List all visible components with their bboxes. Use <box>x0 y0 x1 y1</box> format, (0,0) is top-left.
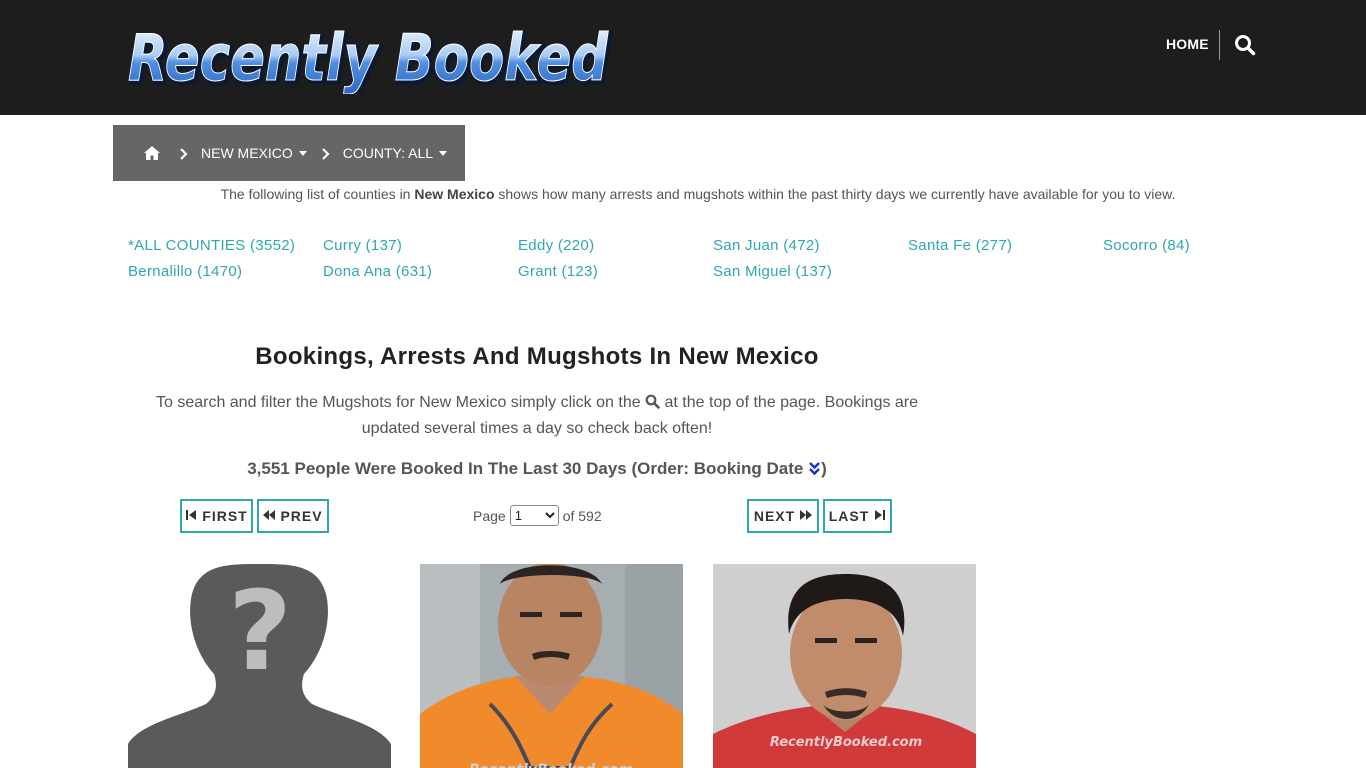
logo-wordmark: Recently Booked Recently Booked <box>128 22 614 95</box>
county-link-santa-fe[interactable]: Santa Fe (277) <box>908 237 1012 254</box>
county-link-eddy[interactable]: Eddy (220) <box>518 237 594 254</box>
forward-icon <box>800 508 813 524</box>
page-title: Bookings, Arrests And Mugshots In New Me… <box>255 343 819 370</box>
booking-count-text: 3,551 People Were Booked In The Last 30 … <box>247 459 804 478</box>
next-page-button[interactable]: NEXT <box>747 499 819 533</box>
chevron-right-icon <box>321 147 331 160</box>
breadcrumb-county-label: COUNTY: ALL <box>342 145 434 161</box>
intro-before: The following list of counties in <box>220 186 415 202</box>
help-before: To search and filter the Mugshots for Ne… <box>155 394 641 411</box>
svg-text:?: ? <box>228 567 292 695</box>
last-page-button[interactable]: LAST <box>823 499 892 533</box>
mugshot-image: RecentlyBooked.com <box>713 564 976 768</box>
mugshot-photo[interactable]: RecentlyBooked.com <box>713 564 976 768</box>
step-forward-icon <box>874 508 886 524</box>
last-label: LAST <box>828 508 870 524</box>
search-icon[interactable] <box>1234 34 1256 56</box>
prev-page-button[interactable]: PREV <box>257 499 329 533</box>
site-logo[interactable]: Recently Booked Recently Booked <box>126 18 616 95</box>
home-icon[interactable] <box>143 145 161 161</box>
page-selector: Page 1 of 592 <box>473 505 602 526</box>
unknown-person-icon: ? <box>128 564 391 768</box>
nav-divider <box>1219 30 1220 60</box>
site-header: Recently Booked Recently Booked HOME <box>0 0 1366 115</box>
county-link-all[interactable]: *ALL COUNTIES (3552) <box>128 237 295 254</box>
page-of-label: of 592 <box>562 507 602 524</box>
nav-home-link[interactable]: HOME <box>1166 36 1209 52</box>
backward-icon <box>263 508 276 524</box>
county-link-socorro[interactable]: Socorro (84) <box>1103 237 1190 254</box>
next-label: NEXT <box>753 508 796 524</box>
search-help-text: To search and filter the Mugshots for Ne… <box>128 390 946 442</box>
page-label: Page <box>473 507 506 524</box>
caret-down-icon <box>439 150 448 156</box>
county-link-grant[interactable]: Grant (123) <box>518 263 598 280</box>
step-backward-icon <box>185 508 197 524</box>
breadcrumb: NEW MEXICO COUNTY: ALL <box>113 125 465 181</box>
county-link-san-juan[interactable]: San Juan (472) <box>713 237 820 254</box>
booking-count-close: ) <box>821 459 827 478</box>
county-intro-text: The following list of counties in New Me… <box>113 186 1283 202</box>
intro-state: New Mexico <box>414 186 495 202</box>
mugshot-watermark: RecentlyBooked.com <box>469 762 633 768</box>
booking-count-heading: 3,551 People Were Booked In The Last 30 … <box>128 459 946 479</box>
mugshot-image: RecentlyBooked.com <box>420 564 683 768</box>
mugshot-placeholder[interactable]: ? <box>128 564 391 768</box>
county-link-bernalillo[interactable]: Bernalillo (1470) <box>128 263 242 280</box>
breadcrumb-state-label: NEW MEXICO <box>201 145 293 161</box>
breadcrumb-county-dropdown[interactable]: COUNTY: ALL <box>342 145 448 161</box>
first-label: FIRST <box>202 508 248 524</box>
prev-label: PREV <box>280 508 323 524</box>
logo-text: Recently Booked <box>128 22 609 94</box>
double-chevron-down-icon[interactable] <box>808 461 821 476</box>
county-link-curry[interactable]: Curry (137) <box>323 237 402 254</box>
county-link-san-miguel[interactable]: San Miguel (137) <box>713 263 832 280</box>
mugshot-watermark: RecentlyBooked.com <box>770 735 922 750</box>
caret-down-icon <box>298 150 307 156</box>
county-link-dona-ana[interactable]: Dona Ana (631) <box>323 263 432 280</box>
breadcrumb-state-dropdown[interactable]: NEW MEXICO <box>201 145 307 161</box>
chevron-right-icon <box>179 147 189 160</box>
page-select[interactable]: 1 <box>509 505 559 526</box>
first-page-button[interactable]: FIRST <box>180 499 253 533</box>
mugshot-photo[interactable]: RecentlyBooked.com <box>420 564 683 768</box>
intro-after: shows how many arrests and mugshots with… <box>494 186 1176 202</box>
search-icon <box>645 392 660 409</box>
